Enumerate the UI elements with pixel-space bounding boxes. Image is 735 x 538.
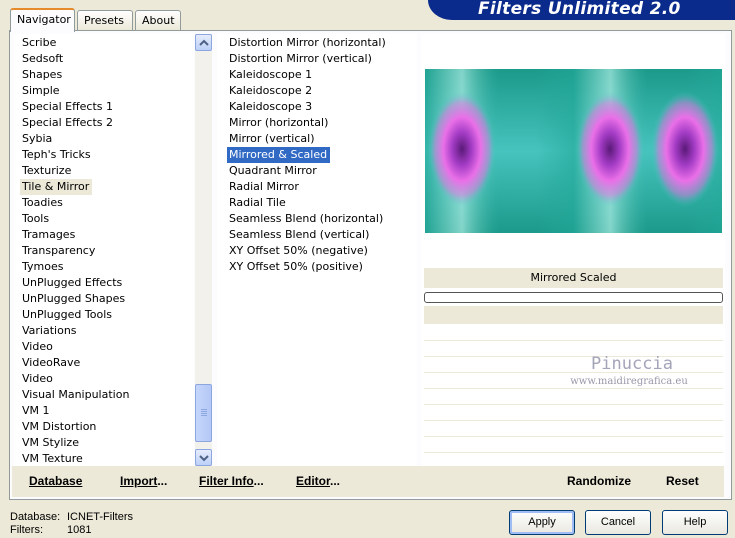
filter-item[interactable]: Seamless Blend (vertical): [227, 227, 372, 243]
category-item[interactable]: Tools: [20, 211, 52, 227]
filter-name-label: Mirrored Scaled: [424, 268, 723, 288]
category-item[interactable]: Texturize: [20, 163, 74, 179]
filter-item[interactable]: Radial Mirror: [227, 179, 302, 195]
filter-info-button[interactable]: Filter Info...: [199, 474, 264, 488]
filter-item[interactable]: Distortion Mirror (vertical): [227, 51, 375, 67]
category-list[interactable]: Scribe Sedsoft Shapes Simple Special Effects…: [14, 34, 194, 466]
help-button[interactable]: Help: [662, 510, 728, 535]
database-value: ICNET-Filters: [67, 511, 133, 523]
category-item[interactable]: Tile & Mirror: [20, 179, 93, 195]
filter-item[interactable]: Kaleidoscope 2: [227, 83, 315, 99]
scroll-thumb[interactable]: [195, 384, 212, 442]
tab-about[interactable]: About: [135, 10, 181, 30]
category-item[interactable]: VM Texture: [20, 451, 86, 466]
filter-item[interactable]: Mirror (vertical): [227, 131, 318, 147]
tab-navigator[interactable]: Navigator: [10, 8, 75, 32]
category-item[interactable]: Tymoes: [20, 259, 66, 275]
randomize-button[interactable]: Randomize: [567, 474, 631, 488]
grip-line: [201, 415, 207, 416]
preview-image: [425, 69, 722, 233]
database-button[interactable]: Database: [29, 474, 82, 488]
category-item[interactable]: Variations: [20, 323, 80, 339]
grip-line: [201, 409, 207, 410]
category-item[interactable]: Special Effects 2: [20, 115, 116, 131]
category-item[interactable]: Visual Manipulation: [20, 387, 132, 403]
parameter-row: [424, 388, 723, 389]
category-item[interactable]: VM 1: [20, 403, 53, 419]
filter-item[interactable]: Distortion Mirror (horizontal): [227, 35, 389, 51]
category-item[interactable]: VideoRave: [20, 355, 83, 371]
parameter-area: [424, 306, 723, 324]
cancel-button[interactable]: Cancel: [585, 510, 651, 535]
watermark-text: Pinuccia: [591, 354, 673, 374]
apply-button[interactable]: Apply: [509, 510, 575, 535]
filter-item[interactable]: Seamless Blend (horizontal): [227, 211, 386, 227]
filter-item[interactable]: Mirrored & Scaled: [227, 147, 331, 163]
preview-panel: Mirrored Scaled Pinuccia www.maidiregraf…: [421, 34, 725, 466]
grip-line: [201, 411, 207, 412]
app-banner: Filters Unlimited 2.0: [428, 0, 735, 20]
grip-line: [201, 413, 207, 414]
category-item[interactable]: Video: [20, 339, 56, 355]
scroll-down-button[interactable]: [195, 449, 212, 466]
scroll-up-button[interactable]: [195, 34, 212, 51]
filters-count: 1081: [67, 524, 92, 536]
action-bar: Database Import... Filter Info... Editor…: [12, 466, 724, 497]
filter-list[interactable]: Distortion Mirror (horizontal) Distortion…: [217, 34, 417, 466]
filter-item[interactable]: Quadrant Mirror: [227, 163, 320, 179]
category-item[interactable]: Scribe: [20, 35, 59, 51]
status-info: Database: ICNET-Filters Filters: 1081: [10, 511, 133, 537]
parameter-row: [424, 436, 723, 437]
category-item[interactable]: Video: [20, 371, 56, 387]
tab-presets[interactable]: Presets: [77, 10, 133, 30]
filter-item[interactable]: Kaleidoscope 1: [227, 67, 315, 83]
category-item[interactable]: Simple: [20, 83, 63, 99]
category-item[interactable]: UnPlugged Shapes: [20, 291, 128, 307]
filter-item[interactable]: XY Offset 50% (positive): [227, 259, 366, 275]
category-item[interactable]: VM Stylize: [20, 435, 82, 451]
import-button[interactable]: Import...: [120, 474, 167, 488]
editor-button[interactable]: Editor...: [296, 474, 340, 488]
filter-item[interactable]: Mirror (horizontal): [227, 115, 331, 131]
reset-button[interactable]: Reset: [666, 474, 699, 488]
filter-item[interactable]: Kaleidoscope 3: [227, 99, 315, 115]
category-item[interactable]: Sedsoft: [20, 51, 66, 67]
parameter-row: [424, 452, 723, 453]
chevron-up-icon: [199, 39, 209, 46]
filters-label: Filters:: [10, 524, 43, 536]
parameter-row: [424, 420, 723, 421]
category-item[interactable]: UnPlugged Effects: [20, 275, 125, 291]
category-item[interactable]: Shapes: [20, 67, 65, 83]
category-item[interactable]: Tramages: [20, 227, 78, 243]
category-item[interactable]: VM Distortion: [20, 419, 99, 435]
category-scrollbar[interactable]: [195, 34, 212, 466]
progress-bar: [424, 292, 723, 303]
watermark-url: www.maidiregrafica.eu: [570, 376, 688, 387]
filter-item[interactable]: XY Offset 50% (negative): [227, 243, 371, 259]
database-label: Database:: [10, 511, 61, 523]
category-item[interactable]: Transparency: [20, 243, 98, 259]
category-item[interactable]: Toadies: [20, 195, 66, 211]
category-item[interactable]: Special Effects 1: [20, 99, 116, 115]
category-item[interactable]: UnPlugged Tools: [20, 307, 115, 323]
category-item[interactable]: Teph's Tricks: [20, 147, 94, 163]
parameter-row: [424, 404, 723, 405]
chevron-down-icon: [199, 455, 209, 462]
category-item[interactable]: Sybia: [20, 131, 55, 147]
filter-item[interactable]: Radial Tile: [227, 195, 289, 211]
parameter-row: [424, 340, 723, 341]
